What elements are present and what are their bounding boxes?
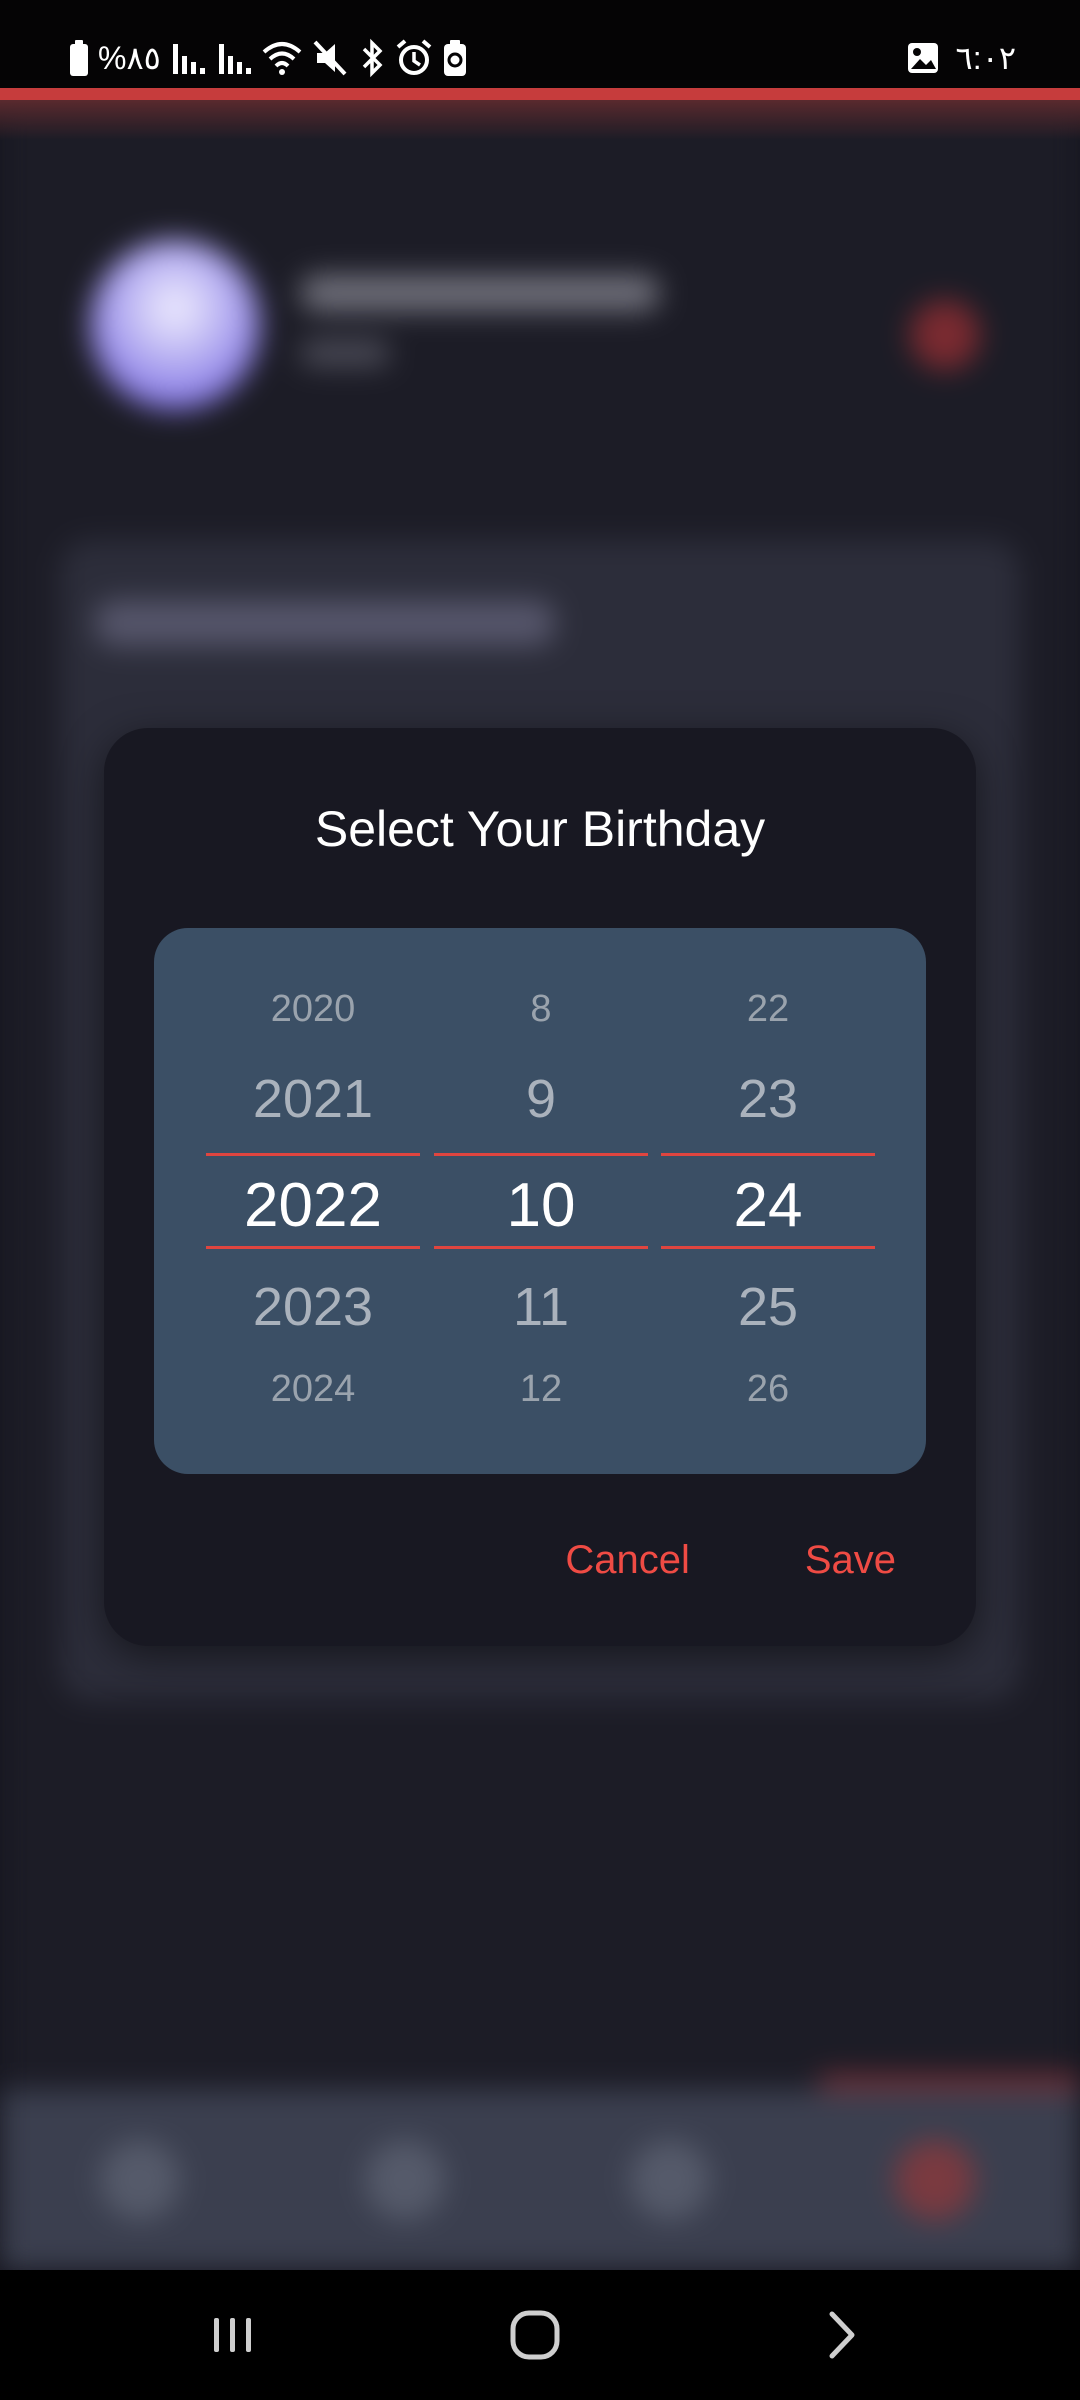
nav-item	[365, 2140, 445, 2220]
app-header-accent	[0, 88, 1080, 100]
year-selected[interactable]: 2022	[206, 1175, 420, 1237]
battery-saver-icon	[441, 38, 469, 78]
avatar	[90, 240, 260, 410]
nav-item	[895, 2140, 975, 2220]
status-left: %٨٥	[68, 38, 469, 78]
wifi-icon	[261, 38, 303, 78]
cancel-button[interactable]: Cancel	[565, 1540, 690, 1580]
day-wheel[interactable]: 22 23 24 25 26	[661, 928, 875, 1474]
selection-line	[661, 1153, 875, 1156]
system-nav-bar	[0, 2270, 1080, 2400]
month-option[interactable]: 9	[434, 1072, 648, 1126]
status-bar: %٨٥ ٦:٠٢	[0, 0, 1080, 88]
background-card-title	[95, 600, 555, 646]
status-right: ٦:٠٢	[906, 38, 1016, 78]
battery-icon	[68, 38, 90, 78]
gallery-notification-icon	[906, 38, 940, 78]
month-option[interactable]: 12	[434, 1370, 648, 1408]
year-option[interactable]: 2020	[206, 990, 420, 1028]
status-time: ٦:٠٢	[955, 40, 1016, 76]
signal-icon	[169, 38, 207, 78]
selection-line	[206, 1246, 420, 1249]
date-picker: 2020 2021 2022 2023 2024 8 9 10 11 12 22…	[154, 928, 926, 1474]
alarm-icon	[395, 38, 433, 78]
month-selected[interactable]: 10	[434, 1175, 648, 1237]
month-option[interactable]: 11	[434, 1280, 648, 1334]
bluetooth-icon	[357, 38, 387, 78]
day-option[interactable]: 25	[661, 1280, 875, 1334]
header-glow	[0, 100, 1080, 140]
year-option[interactable]: 2024	[206, 1370, 420, 1408]
month-wheel[interactable]: 8 9 10 11 12	[434, 928, 648, 1474]
day-option[interactable]: 23	[661, 1072, 875, 1126]
year-wheel[interactable]: 2020 2021 2022 2023 2024	[206, 928, 420, 1474]
year-option[interactable]: 2021	[206, 1072, 420, 1126]
selection-line	[661, 1246, 875, 1249]
signal-icon	[215, 38, 253, 78]
day-option[interactable]: 26	[661, 1370, 875, 1408]
dialog-title: Select Your Birthday	[314, 801, 766, 857]
dialog-actions: Cancel Save	[565, 1540, 896, 1580]
save-button[interactable]: Save	[805, 1540, 896, 1580]
day-selected[interactable]: 24	[661, 1175, 875, 1237]
notification-dot	[910, 300, 980, 370]
nav-item	[630, 2140, 710, 2220]
birthday-dialog: Select Your Birthday 2020 2021 2022 2023…	[104, 728, 976, 1646]
selection-line	[206, 1153, 420, 1156]
back-icon[interactable]	[805, 2300, 875, 2370]
month-option[interactable]: 8	[434, 990, 648, 1028]
nav-item	[100, 2140, 180, 2220]
selection-line	[434, 1153, 648, 1156]
profile-subtitle-placeholder	[300, 340, 390, 366]
year-option[interactable]: 2023	[206, 1280, 420, 1334]
home-icon[interactable]	[500, 2300, 570, 2370]
recents-icon[interactable]	[198, 2300, 268, 2370]
day-option[interactable]: 22	[661, 990, 875, 1028]
battery-percent: %٨٥	[98, 40, 161, 76]
profile-name-placeholder	[300, 275, 660, 311]
mute-icon	[311, 38, 349, 78]
selection-line	[434, 1246, 648, 1249]
